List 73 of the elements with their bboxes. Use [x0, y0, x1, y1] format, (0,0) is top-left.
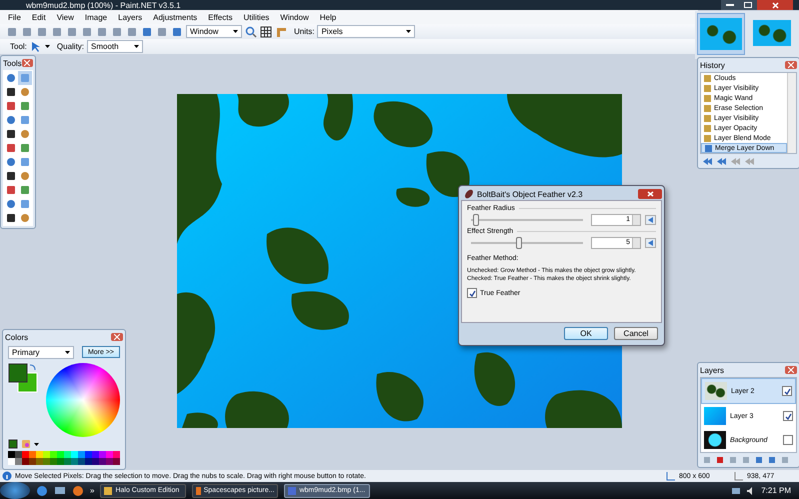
reset-icon [648, 217, 653, 223]
ok-button[interactable]: OK [564, 326, 608, 340]
caret-icon[interactable] [44, 45, 50, 48]
visibility-checkbox[interactable] [783, 435, 793, 445]
cancel-button[interactable]: Cancel [614, 326, 658, 340]
close-button[interactable] [785, 61, 797, 69]
minimize-button[interactable] [721, 0, 739, 10]
reset-button[interactable] [645, 215, 656, 225]
info-icon [2, 471, 12, 481]
zoom-dropdown[interactable]: Window [186, 25, 242, 38]
close-button[interactable] [638, 189, 662, 199]
slider-thumb[interactable] [516, 237, 522, 249]
window-title: wbm9mud2.bmp (100%) - Paint.NET v3.5.1 [25, 0, 181, 10]
visibility-checkbox[interactable] [782, 386, 792, 396]
quality-dropdown[interactable]: Smooth [87, 40, 144, 53]
menu-item[interactable]: Effects [208, 12, 232, 22]
close-icon [646, 191, 654, 197]
reset-button[interactable] [645, 238, 656, 248]
rewind-icon[interactable] [702, 156, 713, 166]
slider-thumb[interactable] [473, 214, 480, 226]
caret-icon [65, 351, 70, 354]
caret-icon[interactable] [34, 442, 39, 446]
maximize-icon [744, 2, 752, 8]
panel-title: History [700, 60, 725, 70]
menu-item[interactable]: Image [84, 12, 108, 22]
checkbox[interactable] [467, 288, 477, 298]
tool-label: Tool: [10, 42, 27, 51]
overflow-chevron[interactable]: » [90, 486, 94, 495]
panel-title: Layers [700, 366, 724, 374]
quality-label: Quality: [56, 42, 84, 51]
color-swatches[interactable] [8, 363, 38, 393]
menu-item[interactable]: Window [280, 12, 309, 22]
minimize-icon [726, 3, 734, 7]
maximize-button[interactable] [739, 0, 757, 10]
zoom-in-icon[interactable] [245, 26, 257, 38]
start-button[interactable] [0, 482, 30, 499]
close-icon [114, 334, 120, 340]
layer-thumbnail [705, 382, 727, 400]
units-dropdown[interactable]: Pixels [317, 25, 416, 38]
close-button[interactable] [111, 333, 123, 341]
close-icon [788, 62, 794, 68]
dialog-title: BoltBait's Object Feather v2.3 [477, 190, 584, 198]
visibility-checkbox[interactable] [783, 411, 793, 421]
panel-title: Tools [3, 58, 22, 68]
menu-item[interactable]: Help [320, 12, 336, 22]
menu-item[interactable]: View [56, 12, 74, 22]
grid-icon[interactable] [260, 26, 272, 38]
image-thumbnail[interactable] [697, 13, 745, 55]
reset-icon [648, 240, 653, 246]
clock: 7:21 PM [761, 486, 791, 495]
menu-item[interactable]: Edit [32, 12, 46, 22]
color-swatch-icon[interactable] [8, 439, 18, 449]
color-palette[interactable] [8, 451, 120, 465]
caret-icon [233, 30, 238, 33]
layer-thumbnail [704, 407, 726, 425]
feather-icon [464, 189, 474, 199]
close-icon [24, 60, 30, 66]
close-icon [788, 367, 794, 373]
color-mode-dropdown[interactable]: Primary [8, 346, 74, 359]
close-button[interactable] [785, 366, 797, 374]
layer-thumbnail [704, 431, 726, 449]
caret-icon [406, 30, 412, 33]
units-label: Units: [294, 27, 314, 36]
menu-item[interactable]: Utilities [243, 12, 270, 22]
close-button[interactable] [757, 0, 793, 10]
menu-item[interactable]: Layers [118, 12, 142, 22]
menu-item[interactable]: File [8, 12, 21, 22]
scrollbar[interactable] [787, 73, 796, 153]
panel-title: Colors [5, 332, 28, 342]
close-icon [772, 2, 778, 8]
close-button[interactable] [22, 59, 33, 67]
caret-icon [134, 45, 140, 48]
menu-item[interactable]: Adjustments [153, 12, 198, 22]
